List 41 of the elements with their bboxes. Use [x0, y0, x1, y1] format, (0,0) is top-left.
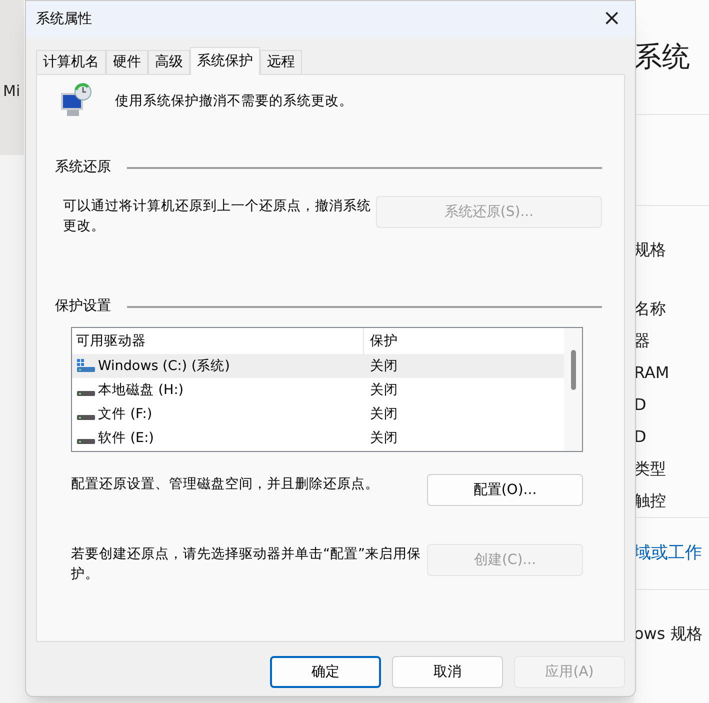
settings-label: ows 规格	[634, 622, 702, 644]
page-heading: 系统	[634, 39, 690, 75]
drive-icon	[76, 438, 96, 444]
protection-status: 关闭	[369, 428, 398, 448]
tab[interactable]: 计算机名	[36, 50, 106, 75]
windows-drive-icon	[76, 358, 96, 374]
protection-status: 关闭	[369, 380, 398, 400]
column-header[interactable]: 保护	[364, 330, 398, 352]
section-heading: 保护设置	[55, 297, 111, 316]
drive-name: 软件 (E:)	[98, 428, 154, 448]
drive-row[interactable]: 软件 (E:) 关闭	[72, 426, 564, 450]
tab[interactable]: 系统保护	[190, 47, 260, 75]
description-text: 可以通过将计算机还原到上一个还原点，撤消系统更改。	[63, 197, 372, 236]
dialog-button[interactable]: 配置(O)...	[427, 474, 583, 506]
window-text: Mi	[3, 81, 20, 102]
drive-name: 文件 (F:)	[98, 404, 152, 424]
configure-text: 配置还原设置、管理磁盘空间，并且删除还原点。	[71, 475, 380, 494]
settings-label: 名称	[634, 298, 666, 320]
drive-row[interactable]: 本地磁盘 (H:) 关闭	[72, 378, 564, 402]
protection-status: 关闭	[369, 404, 398, 424]
drive-name: 本地磁盘 (H:)	[98, 380, 184, 400]
dialog-button[interactable]: 确定	[270, 656, 381, 688]
settings-link[interactable]: 域或工作	[634, 540, 702, 566]
drive-row[interactable]: Windows (C:) (系统) 关闭	[72, 354, 564, 378]
protection-status: 关闭	[369, 356, 398, 376]
drive-icon	[76, 390, 96, 396]
tab[interactable]: 硬件	[106, 50, 148, 75]
drive-name: Windows (C:) (系统)	[98, 356, 230, 376]
settings-label: 器	[634, 330, 650, 352]
create-text: 若要创建还原点，请先选择驱动器并单击“配置”来启用保护。	[71, 545, 422, 584]
tab[interactable]: 远程	[260, 50, 302, 75]
close-button[interactable]: ×	[602, 8, 621, 30]
scrollbar[interactable]	[564, 328, 582, 451]
section-heading: 系统还原	[55, 158, 111, 177]
settings-label: RAM	[634, 362, 670, 384]
drive-row[interactable]: 文件 (F:) 关闭	[72, 402, 564, 426]
tab[interactable]: 高级	[148, 50, 190, 75]
drive-icon	[76, 414, 96, 420]
window-title: 系统属性	[36, 10, 92, 28]
dialog-button[interactable]: 取消	[392, 656, 503, 688]
intro-text: 使用系统保护撤消不需要的系统更改。	[115, 92, 353, 111]
